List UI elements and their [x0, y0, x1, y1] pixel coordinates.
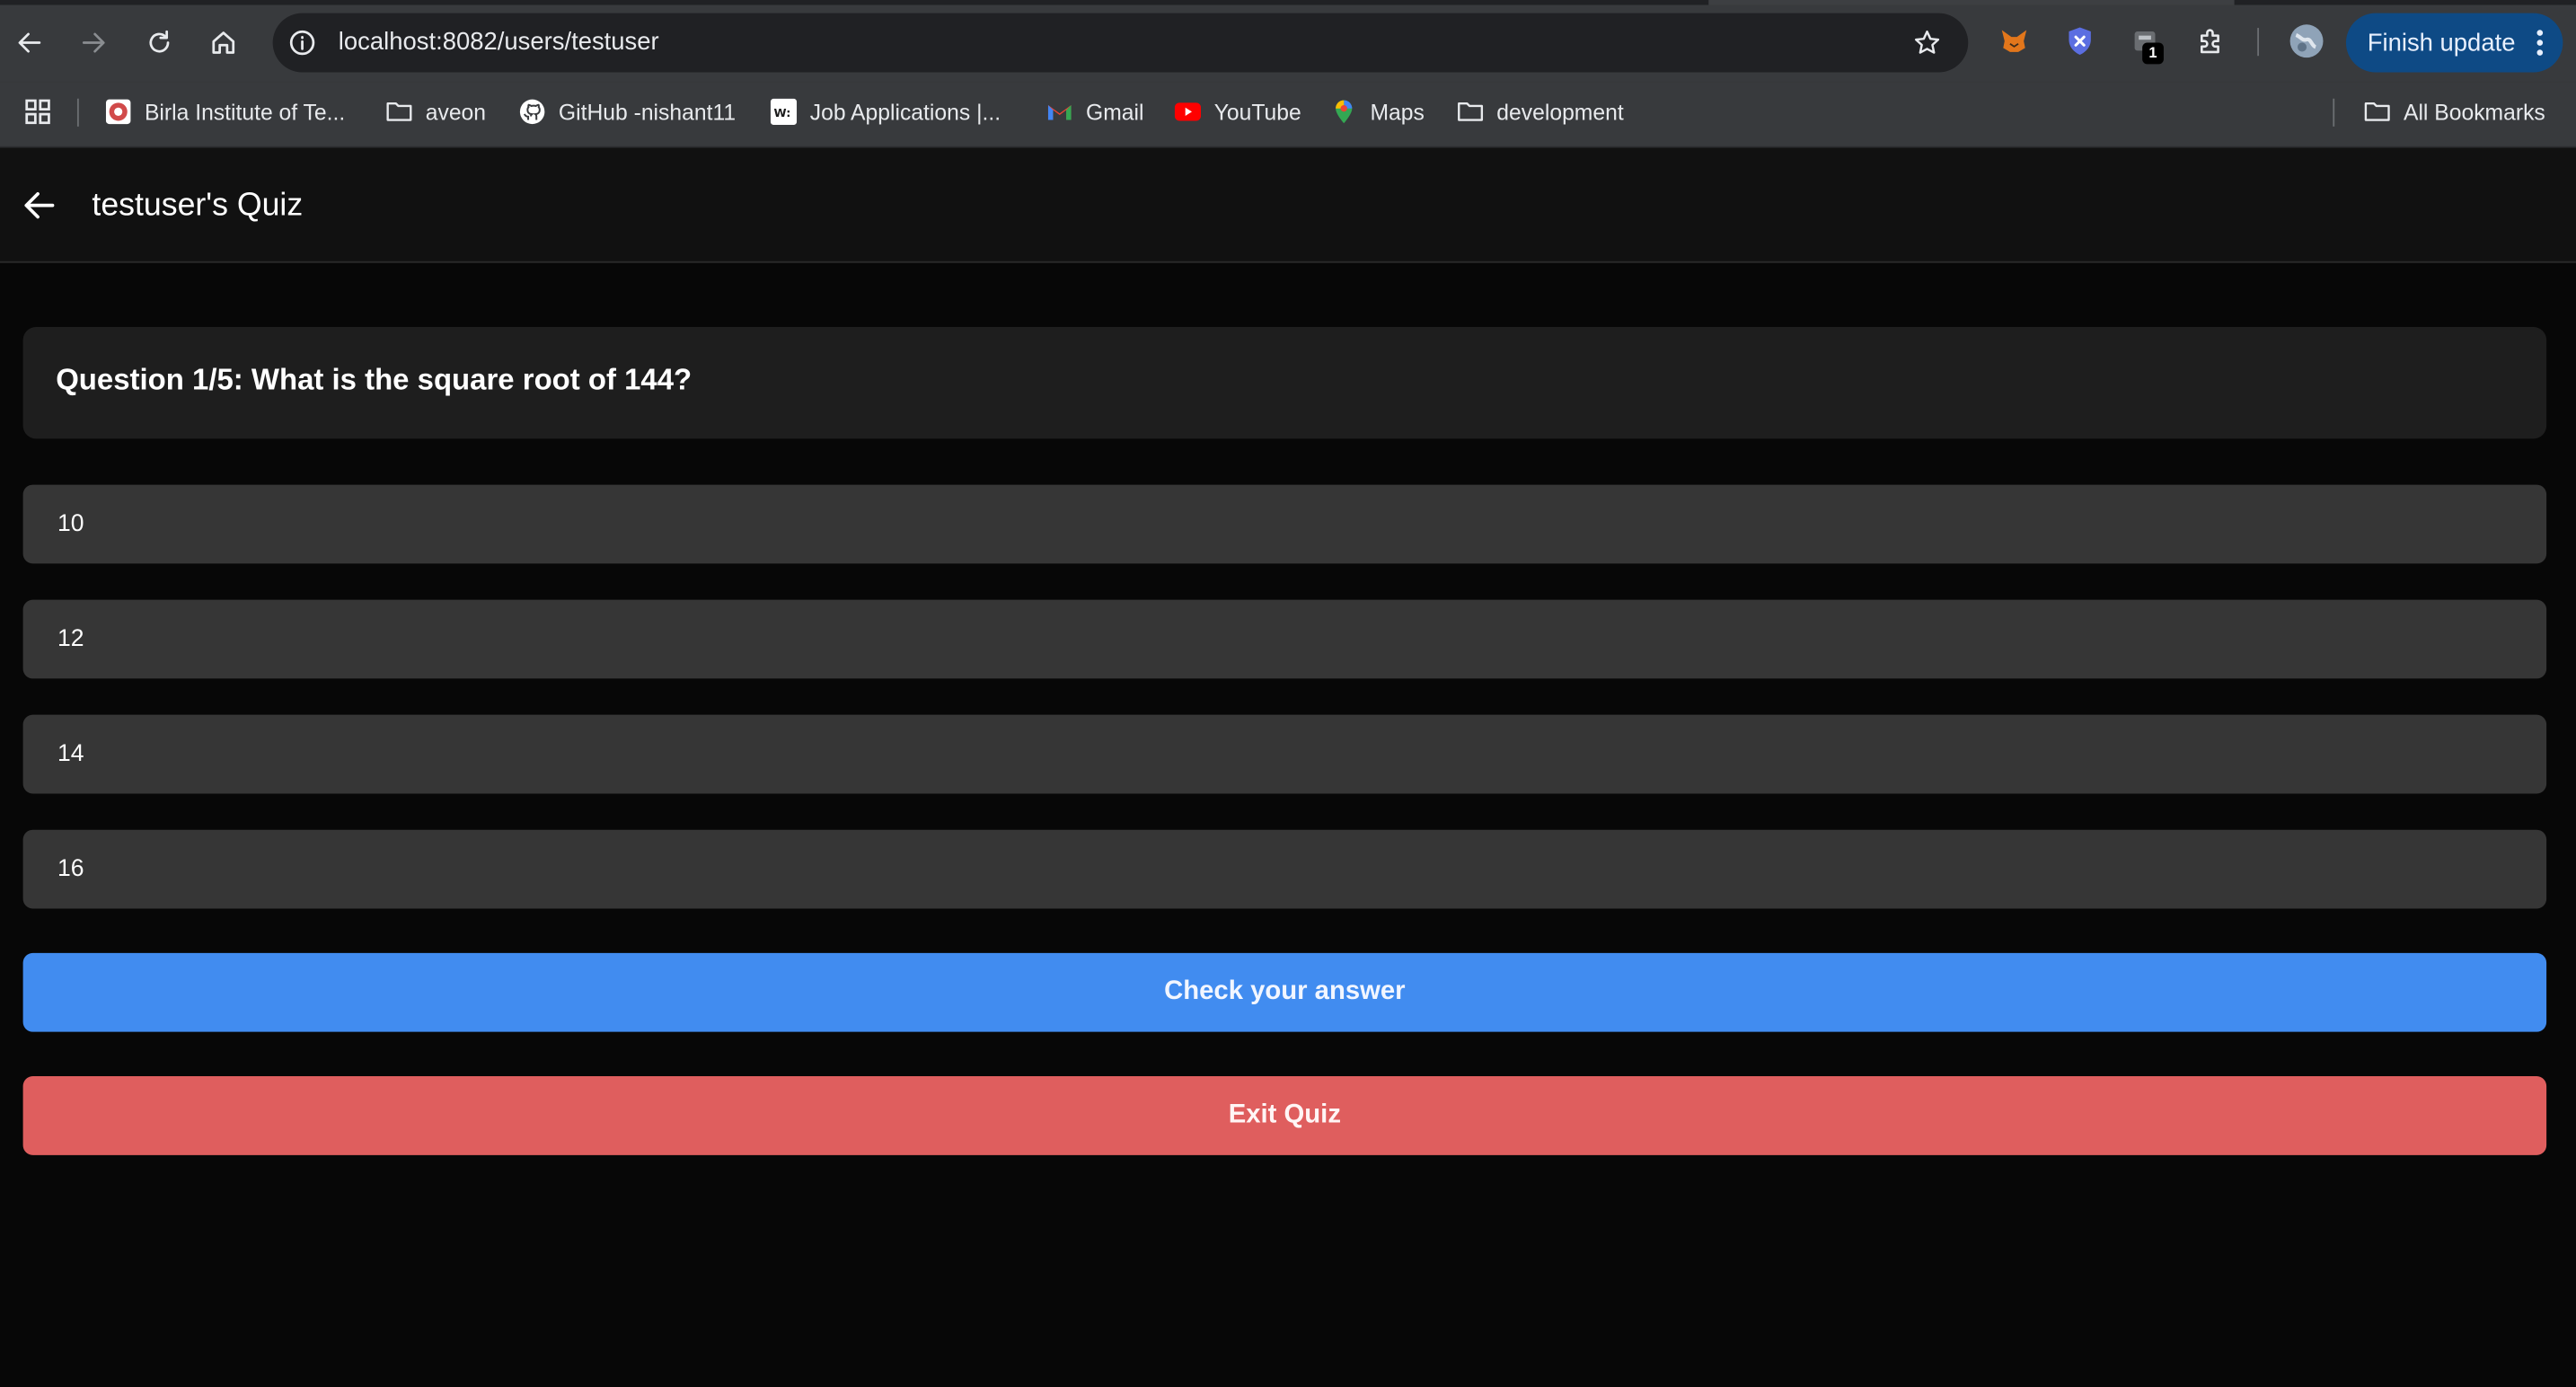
profile-avatar-icon[interactable]: [2289, 23, 2325, 59]
bookmark-label: YouTube: [1213, 99, 1301, 125]
answer-option-label: 10: [57, 510, 84, 538]
bookmark-label: Job Applications |...: [809, 99, 1001, 125]
bookmarks-divider: [76, 98, 79, 127]
arrow-left-icon: [18, 32, 41, 53]
metamask-fox-icon[interactable]: [1998, 24, 2031, 57]
page-title: testuser's Quiz: [92, 187, 304, 224]
github-icon: [519, 99, 545, 125]
home-icon: [212, 31, 235, 54]
bookmark-folder-aveon[interactable]: aveon: [386, 95, 486, 128]
gmail-icon: [1047, 105, 1072, 120]
apps-grid-icon[interactable]: [23, 97, 53, 127]
finish-update-button[interactable]: Finish update: [2345, 13, 2563, 73]
bookmark-item-job-applications[interactable]: W: Job Applications |...: [770, 95, 1001, 128]
extension-badge: 1: [2142, 42, 2164, 65]
workday-icon: W:: [770, 98, 798, 126]
extensions-puzzle-icon[interactable]: [2195, 24, 2228, 57]
more-vert-icon: [2536, 30, 2544, 56]
bookmark-label: development: [1496, 99, 1624, 125]
bookmark-label: aveon: [425, 99, 487, 125]
extension-with-badge[interactable]: 1: [2130, 24, 2166, 65]
question-text: Question 1/5: What is the square root of…: [56, 363, 693, 396]
svg-text:W:: W:: [774, 107, 791, 120]
bookmark-label: GitHub -nishant11: [558, 99, 737, 125]
reload-icon: [149, 30, 170, 53]
answer-option[interactable]: 14: [22, 714, 2547, 794]
question-card: Question 1/5: What is the square root of…: [22, 326, 2547, 439]
folder-icon: [2364, 102, 2390, 121]
bookmarks-bar: Birla Institute of Te... aveon GitHub -n…: [0, 82, 2576, 148]
bookmark-item-maps[interactable]: Maps: [1331, 95, 1425, 128]
bookmark-folder-development[interactable]: development: [1457, 95, 1624, 128]
arrow-right-icon: [82, 32, 105, 53]
home-button[interactable]: [202, 22, 245, 65]
back-button[interactable]: [8, 22, 51, 65]
exit-quiz-button[interactable]: Exit Quiz: [22, 1076, 2547, 1155]
bookmark-label: Gmail: [1086, 99, 1144, 125]
all-bookmarks-label: All Bookmarks: [2403, 99, 2545, 125]
reload-button[interactable]: [138, 22, 181, 65]
answer-option-label: 12: [57, 625, 84, 653]
bookmark-label: Maps: [1370, 99, 1425, 125]
finish-update-label: Finish update: [2367, 29, 2516, 57]
toolbar-divider: [2257, 28, 2260, 57]
folder-icon: [1458, 102, 1484, 121]
back-arrow-icon[interactable]: [20, 186, 59, 225]
all-bookmarks-folder[interactable]: All Bookmarks: [2364, 95, 2545, 128]
address-bar[interactable]: localhost:8082/users/testuser: [272, 13, 1969, 73]
bookmarks-divider: [2333, 98, 2335, 127]
check-answer-button[interactable]: Check your answer: [22, 952, 2547, 1032]
maps-icon: [1336, 100, 1353, 124]
folder-icon: [386, 102, 412, 121]
bookmark-label: Birla Institute of Te...: [144, 99, 346, 125]
bookmark-item-youtube[interactable]: YouTube: [1174, 95, 1301, 128]
url-text[interactable]: localhost:8082/users/testuser: [339, 28, 659, 57]
bookmark-star-icon[interactable]: [1912, 28, 1942, 57]
answer-option[interactable]: 10: [22, 484, 2547, 564]
bookmark-item-github[interactable]: GitHub -nishant11: [519, 95, 736, 128]
bits-logo-icon: [105, 99, 131, 125]
tab-strip: [0, 0, 2576, 5]
bookmark-item-gmail[interactable]: Gmail: [1046, 95, 1144, 128]
bookmark-item-bits[interactable]: Birla Institute of Te...: [105, 95, 345, 128]
forward-button[interactable]: [72, 22, 115, 65]
answer-option-label: 16: [57, 855, 84, 883]
youtube-icon: [1174, 102, 1202, 121]
site-info-icon[interactable]: [287, 28, 317, 57]
answer-option[interactable]: 16: [22, 829, 2547, 909]
answer-option-label: 14: [57, 740, 84, 768]
app-header: testuser's Quiz: [0, 147, 2576, 263]
shield-extension-icon[interactable]: [2063, 24, 2096, 57]
browser-toolbar: localhost:8082/users/testuser 1 Finish u…: [0, 0, 2576, 83]
answer-option[interactable]: 12: [22, 599, 2547, 679]
